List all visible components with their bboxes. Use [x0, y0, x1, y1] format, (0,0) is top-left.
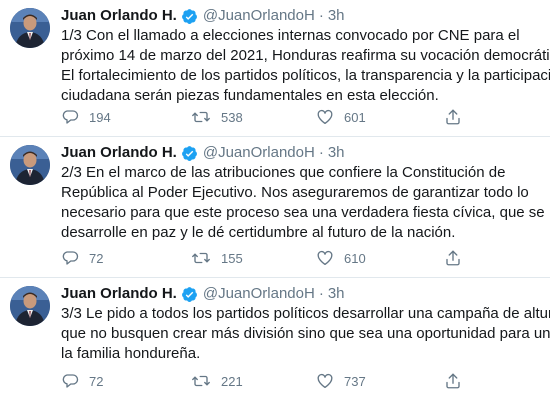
- retweet-icon: [192, 252, 210, 264]
- reply-button[interactable]: 72: [61, 247, 103, 269]
- verified-badge-icon: [181, 8, 198, 25]
- tweet-text-line: 1/3 Con el llamado a elecciones internas…: [61, 27, 520, 44]
- tweet-header: Juan Orlando H. @JuanOrlandoH · 3h: [61, 6, 345, 26]
- author-name[interactable]: Juan Orlando H.: [61, 143, 177, 163]
- tweet-text: 3/3 Le pido a todos los partidos polític…: [61, 304, 550, 364]
- separator-dot: ·: [318, 285, 324, 302]
- tweet-timestamp[interactable]: 3h: [328, 6, 345, 26]
- retweet-count: 538: [221, 109, 243, 125]
- reply-count: 72: [89, 373, 104, 389]
- tweet-text-line: desarrolle en paz y le dé certidumbre al…: [61, 224, 456, 241]
- avatar[interactable]: [10, 145, 50, 185]
- verified-badge-icon: [181, 286, 198, 303]
- retweet-icon: [192, 375, 210, 387]
- reply-icon: [62, 110, 79, 124]
- tweet-header: Juan Orlando H. @JuanOrlandoH · 3h: [61, 143, 345, 163]
- tweet-text-line: 3/3 Le pido a todos los partidos polític…: [61, 305, 550, 322]
- avatar[interactable]: [10, 8, 50, 48]
- avatar-image: [10, 145, 50, 185]
- tweet-text: 2/3 En el marco de las atribuciones que …: [61, 163, 545, 243]
- like-count: 737: [344, 373, 366, 389]
- tweet-timestamp[interactable]: 3h: [328, 143, 345, 163]
- author-handle[interactable]: @JuanOrlandoH: [203, 6, 315, 26]
- share-button[interactable]: [444, 370, 462, 392]
- separator-dot: ·: [318, 144, 324, 161]
- reply-count: 194: [89, 109, 111, 125]
- tweet-text-line: El fortalecimiento de los partidos polít…: [61, 67, 550, 84]
- tweet[interactable]: Juan Orlando H. @JuanOrlandoH · 3h 1/3 C…: [0, 0, 550, 137]
- tweet[interactable]: Juan Orlando H. @JuanOrlandoH · 3h 2/3 E…: [0, 137, 550, 278]
- tweet-text-line: que no busquen crear más división sino q…: [61, 325, 550, 342]
- heart-icon: [317, 109, 333, 125]
- tweet-actions: 194 538 601: [61, 106, 481, 128]
- reply-button[interactable]: 72: [61, 370, 103, 392]
- separator-dot: ·: [318, 7, 324, 24]
- tweet-text-line: necesario para que este proceso sea una …: [61, 204, 545, 221]
- reply-button[interactable]: 194: [61, 106, 111, 128]
- like-count: 601: [344, 109, 366, 125]
- share-icon: [446, 250, 460, 266]
- author-name[interactable]: Juan Orlando H.: [61, 6, 177, 26]
- avatar-image: [10, 8, 50, 48]
- share-icon: [446, 109, 460, 125]
- tweet-text-line: próximo 14 de marzo del 2021, Honduras r…: [61, 47, 550, 64]
- reply-icon: [62, 251, 79, 265]
- avatar[interactable]: [10, 286, 50, 326]
- share-button[interactable]: [444, 106, 462, 128]
- share-button[interactable]: [444, 247, 462, 269]
- tweet-actions: 72 221 737: [61, 370, 481, 392]
- tweet-header: Juan Orlando H. @JuanOrlandoH · 3h: [61, 284, 345, 304]
- avatar-image: [10, 286, 50, 326]
- heart-icon: [317, 250, 333, 266]
- retweet-count: 221: [221, 373, 243, 389]
- tweet-text-line: la familia hondureña.: [61, 345, 201, 362]
- like-button[interactable]: 610: [316, 247, 366, 269]
- like-button[interactable]: 737: [316, 370, 366, 392]
- retweet-button[interactable]: 155: [191, 247, 243, 269]
- author-name[interactable]: Juan Orlando H.: [61, 284, 177, 304]
- verified-badge-icon: [181, 145, 198, 162]
- tweet-text-line: ciudadana serán piezas fundamentales en …: [61, 87, 439, 104]
- tweet[interactable]: Juan Orlando H. @JuanOrlandoH · 3h 3/3 L…: [0, 278, 550, 400]
- heart-icon: [317, 373, 333, 389]
- like-count: 610: [344, 250, 366, 266]
- reply-count: 72: [89, 250, 104, 266]
- retweet-icon: [192, 111, 210, 123]
- retweet-button[interactable]: 221: [191, 370, 243, 392]
- tweet-timestamp[interactable]: 3h: [328, 284, 345, 304]
- retweet-button[interactable]: 538: [191, 106, 243, 128]
- like-button[interactable]: 601: [316, 106, 366, 128]
- tweet-text-line: República al Poder Ejecutivo. Nos asegur…: [61, 184, 529, 201]
- author-handle[interactable]: @JuanOrlandoH: [203, 143, 315, 163]
- tweet-actions: 72 155 610: [61, 247, 481, 269]
- share-icon: [446, 373, 460, 389]
- tweet-text-line: 2/3 En el marco de las atribuciones que …: [61, 164, 506, 181]
- reply-icon: [62, 374, 79, 388]
- author-handle[interactable]: @JuanOrlandoH: [203, 284, 315, 304]
- tweet-text: 1/3 Con el llamado a elecciones internas…: [61, 26, 550, 106]
- retweet-count: 155: [221, 250, 243, 266]
